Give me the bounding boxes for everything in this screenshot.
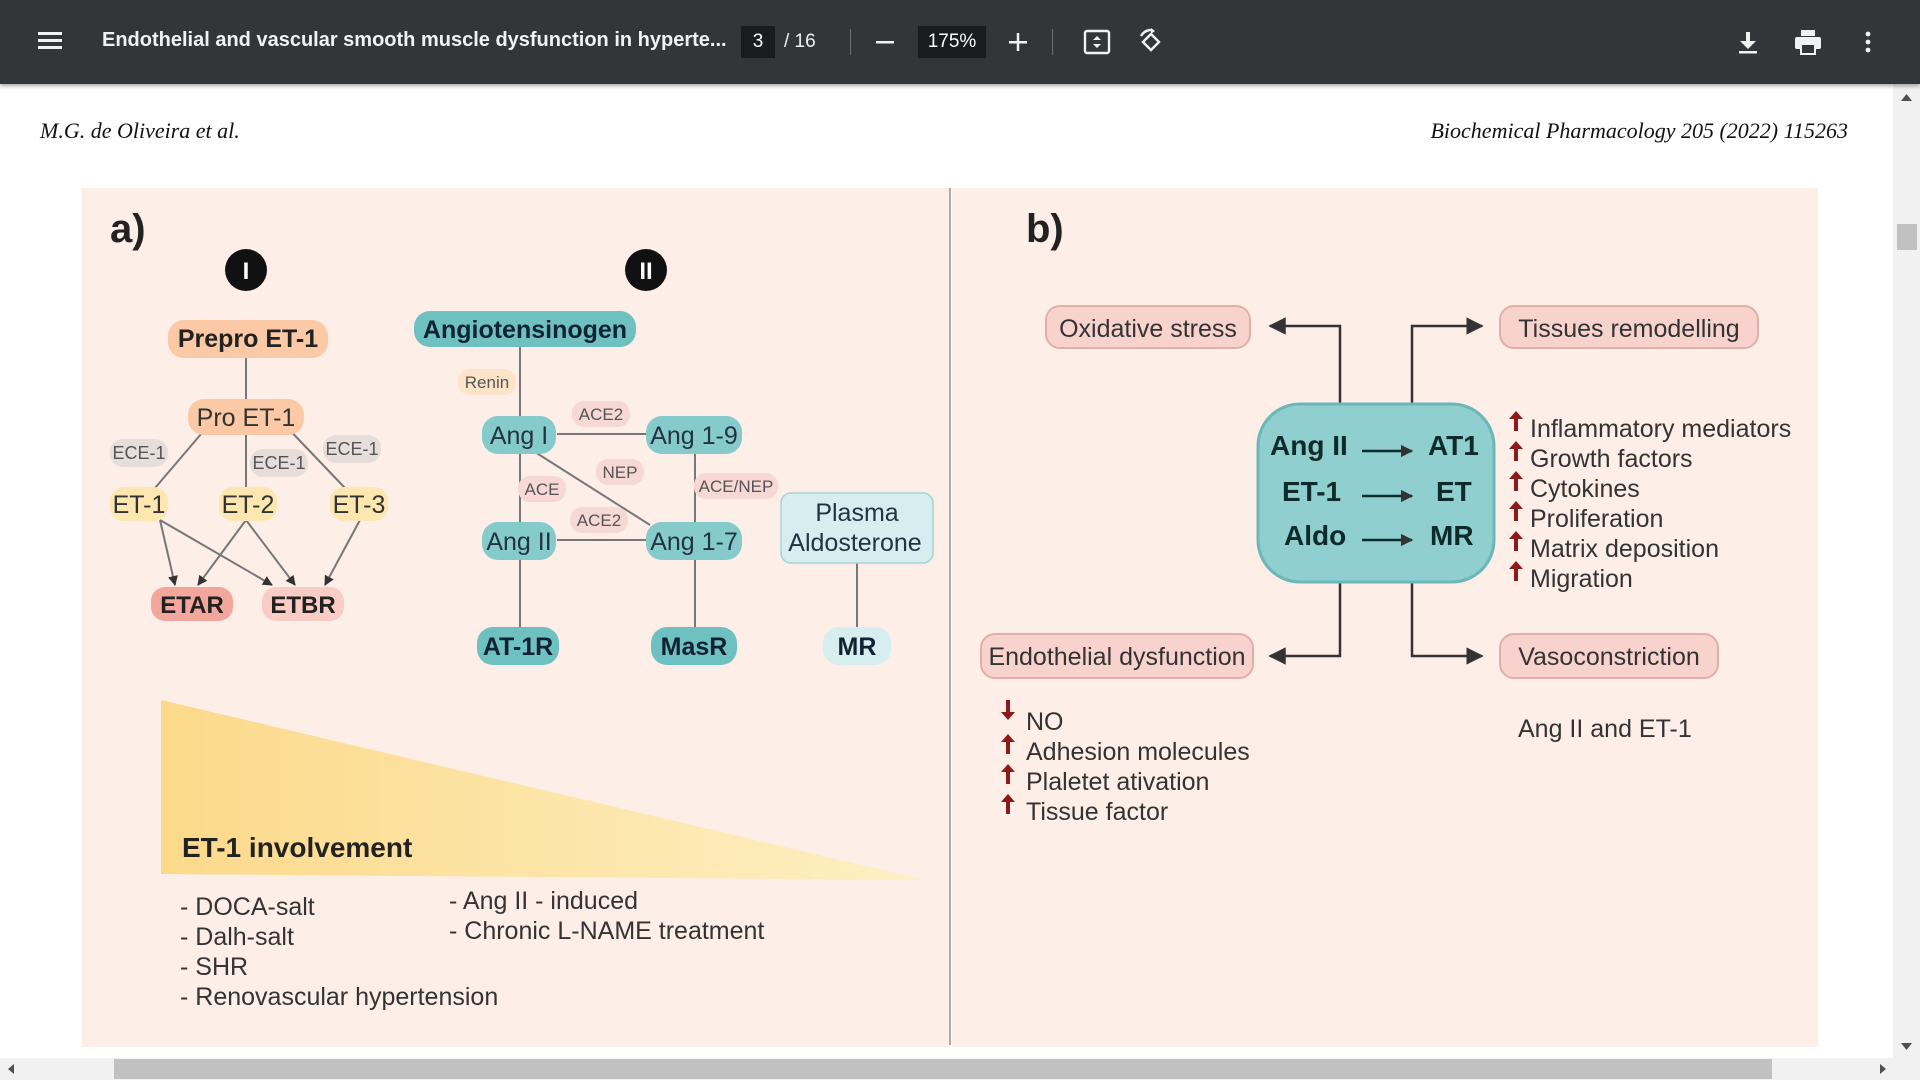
ligand-et1: ET-1 xyxy=(1282,476,1341,507)
minus-icon xyxy=(876,41,894,44)
enzyme-nep-label: NEP xyxy=(603,463,638,482)
box-endothelial-dysfunction-label: Endothelial dysfunction xyxy=(988,643,1245,671)
fit-page-icon xyxy=(1083,29,1111,55)
node-pro-et1-label: Pro ET-1 xyxy=(197,404,296,432)
scroll-left-icon xyxy=(8,1064,14,1074)
rotate-button[interactable] xyxy=(1131,22,1171,62)
node-et1-label: ET-1 xyxy=(113,491,166,519)
enzyme-ace2-top-label: ACE2 xyxy=(579,405,623,424)
node-plasma-label: Plasma xyxy=(815,499,898,527)
page-header-journal: Biochemical Pharmacology 205 (2022) 1152… xyxy=(1430,118,1848,143)
marker-one-label: I xyxy=(243,258,250,285)
zoom-out-button[interactable] xyxy=(865,22,905,62)
node-aldosterone-label: Aldosterone xyxy=(788,529,921,557)
receptor-at1: AT1 xyxy=(1428,430,1479,461)
plus-icon xyxy=(1009,33,1027,51)
marker-two-label: II xyxy=(639,258,652,285)
enzyme-ace-nep-label: ACE/NEP xyxy=(699,477,774,496)
vasoconstriction-note: Ang II and ET-1 xyxy=(1518,715,1692,743)
vertical-scroll-thumb[interactable] xyxy=(1897,224,1917,250)
toolbar-divider xyxy=(1052,29,1053,55)
horizontal-scroll-thumb[interactable] xyxy=(114,1059,1772,1079)
ece-badge-middle-label: ECE-1 xyxy=(252,453,305,473)
model-item: - Renovascular hypertension xyxy=(180,983,498,1011)
zoom-level-input[interactable]: 175% xyxy=(918,26,986,58)
download-button[interactable] xyxy=(1728,22,1768,62)
endo-effect-item: Tissue factor xyxy=(1026,798,1168,826)
node-ang1-label: Ang I xyxy=(490,422,548,450)
node-angiotensinogen-label: Angiotensinogen xyxy=(423,316,627,344)
receptor-mr: MR xyxy=(1430,520,1474,551)
node-et3-label: ET-3 xyxy=(333,491,386,519)
model-item: - Chronic L-NAME treatment xyxy=(449,917,764,945)
enzyme-ace2-bottom-label: ACE2 xyxy=(577,511,621,530)
scroll-up-icon xyxy=(1901,94,1912,101)
receptor-et: ET xyxy=(1436,476,1472,507)
menu-icon[interactable] xyxy=(38,32,62,50)
panel-b-label: b) xyxy=(1026,207,1064,251)
effect-item: Matrix deposition xyxy=(1530,535,1719,563)
box-tissues-remodelling-label: Tissues remodelling xyxy=(1518,315,1739,343)
model-item: - Dalh-salt xyxy=(180,923,294,951)
more-vertical-icon xyxy=(1865,31,1871,53)
print-button[interactable] xyxy=(1788,22,1828,62)
box-oxidative-stress-label: Oxidative stress xyxy=(1059,315,1237,343)
ece-badge-left-label: ECE-1 xyxy=(112,443,165,463)
fit-page-button[interactable] xyxy=(1077,22,1117,62)
endo-effect-item: Plaletet ativation xyxy=(1026,768,1209,796)
node-ang2-label: Ang II xyxy=(486,528,551,556)
node-at1r-label: AT-1R xyxy=(483,633,553,661)
figure: a) I II Prepro ET-1 Pro ET-1 ECE-1 ECE-1… xyxy=(82,188,1818,1047)
ligand-ang2: Ang II xyxy=(1270,430,1348,461)
panel-a-label: a) xyxy=(110,207,146,251)
node-etbr-label: ETBR xyxy=(270,592,335,619)
node-mr-label: MR xyxy=(838,633,877,661)
download-icon xyxy=(1739,32,1757,54)
node-ang19-label: Ang 1-9 xyxy=(650,422,738,450)
endo-effect-item: Adhesion molecules xyxy=(1026,738,1250,766)
effect-item: Migration xyxy=(1530,565,1633,593)
box-vasoconstriction-label: Vasoconstriction xyxy=(1518,643,1700,671)
more-actions-button[interactable] xyxy=(1848,22,1888,62)
node-etar-label: ETAR xyxy=(160,592,224,619)
et1-involvement-title: ET-1 involvement xyxy=(182,832,412,863)
page-total: / 16 xyxy=(784,31,816,52)
pdf-page-viewport[interactable]: M.G. de Oliveira et al. Biochemical Phar… xyxy=(0,84,1893,1058)
rotate-icon xyxy=(1139,28,1161,52)
enzyme-ace-label: ACE xyxy=(525,480,560,499)
print-icon xyxy=(1795,30,1821,55)
effect-item: Inflammatory mediators xyxy=(1530,415,1791,443)
ligand-aldo: Aldo xyxy=(1284,520,1346,551)
node-ang17-label: Ang 1-7 xyxy=(650,528,738,556)
effect-item: Proliferation xyxy=(1530,505,1663,533)
ece-badge-right-label: ECE-1 xyxy=(325,439,378,459)
scroll-down-icon xyxy=(1901,1043,1912,1050)
node-masr-label: MasR xyxy=(661,633,728,661)
node-et2-label: ET-2 xyxy=(222,491,275,519)
enzyme-renin-label: Renin xyxy=(465,373,509,392)
toolbar-divider xyxy=(850,29,851,55)
effect-item: Cytokines xyxy=(1530,475,1640,503)
effect-item: Growth factors xyxy=(1530,445,1693,473)
page-header-authors: M.G. de Oliveira et al. xyxy=(40,118,240,143)
page-number-input[interactable]: 3 xyxy=(741,26,775,58)
scroll-right-icon xyxy=(1880,1064,1886,1074)
pdf-toolbar: Endothelial and vascular smooth muscle d… xyxy=(0,0,1920,84)
model-item: - DOCA-salt xyxy=(180,893,315,921)
model-item: - SHR xyxy=(180,953,248,981)
endo-effect-item: NO xyxy=(1026,708,1064,736)
document-title: Endothelial and vascular smooth muscle d… xyxy=(102,29,727,51)
zoom-in-button[interactable] xyxy=(998,22,1038,62)
model-item: - Ang II - induced xyxy=(449,887,638,915)
node-prepro-et1-label: Prepro ET-1 xyxy=(178,325,318,353)
